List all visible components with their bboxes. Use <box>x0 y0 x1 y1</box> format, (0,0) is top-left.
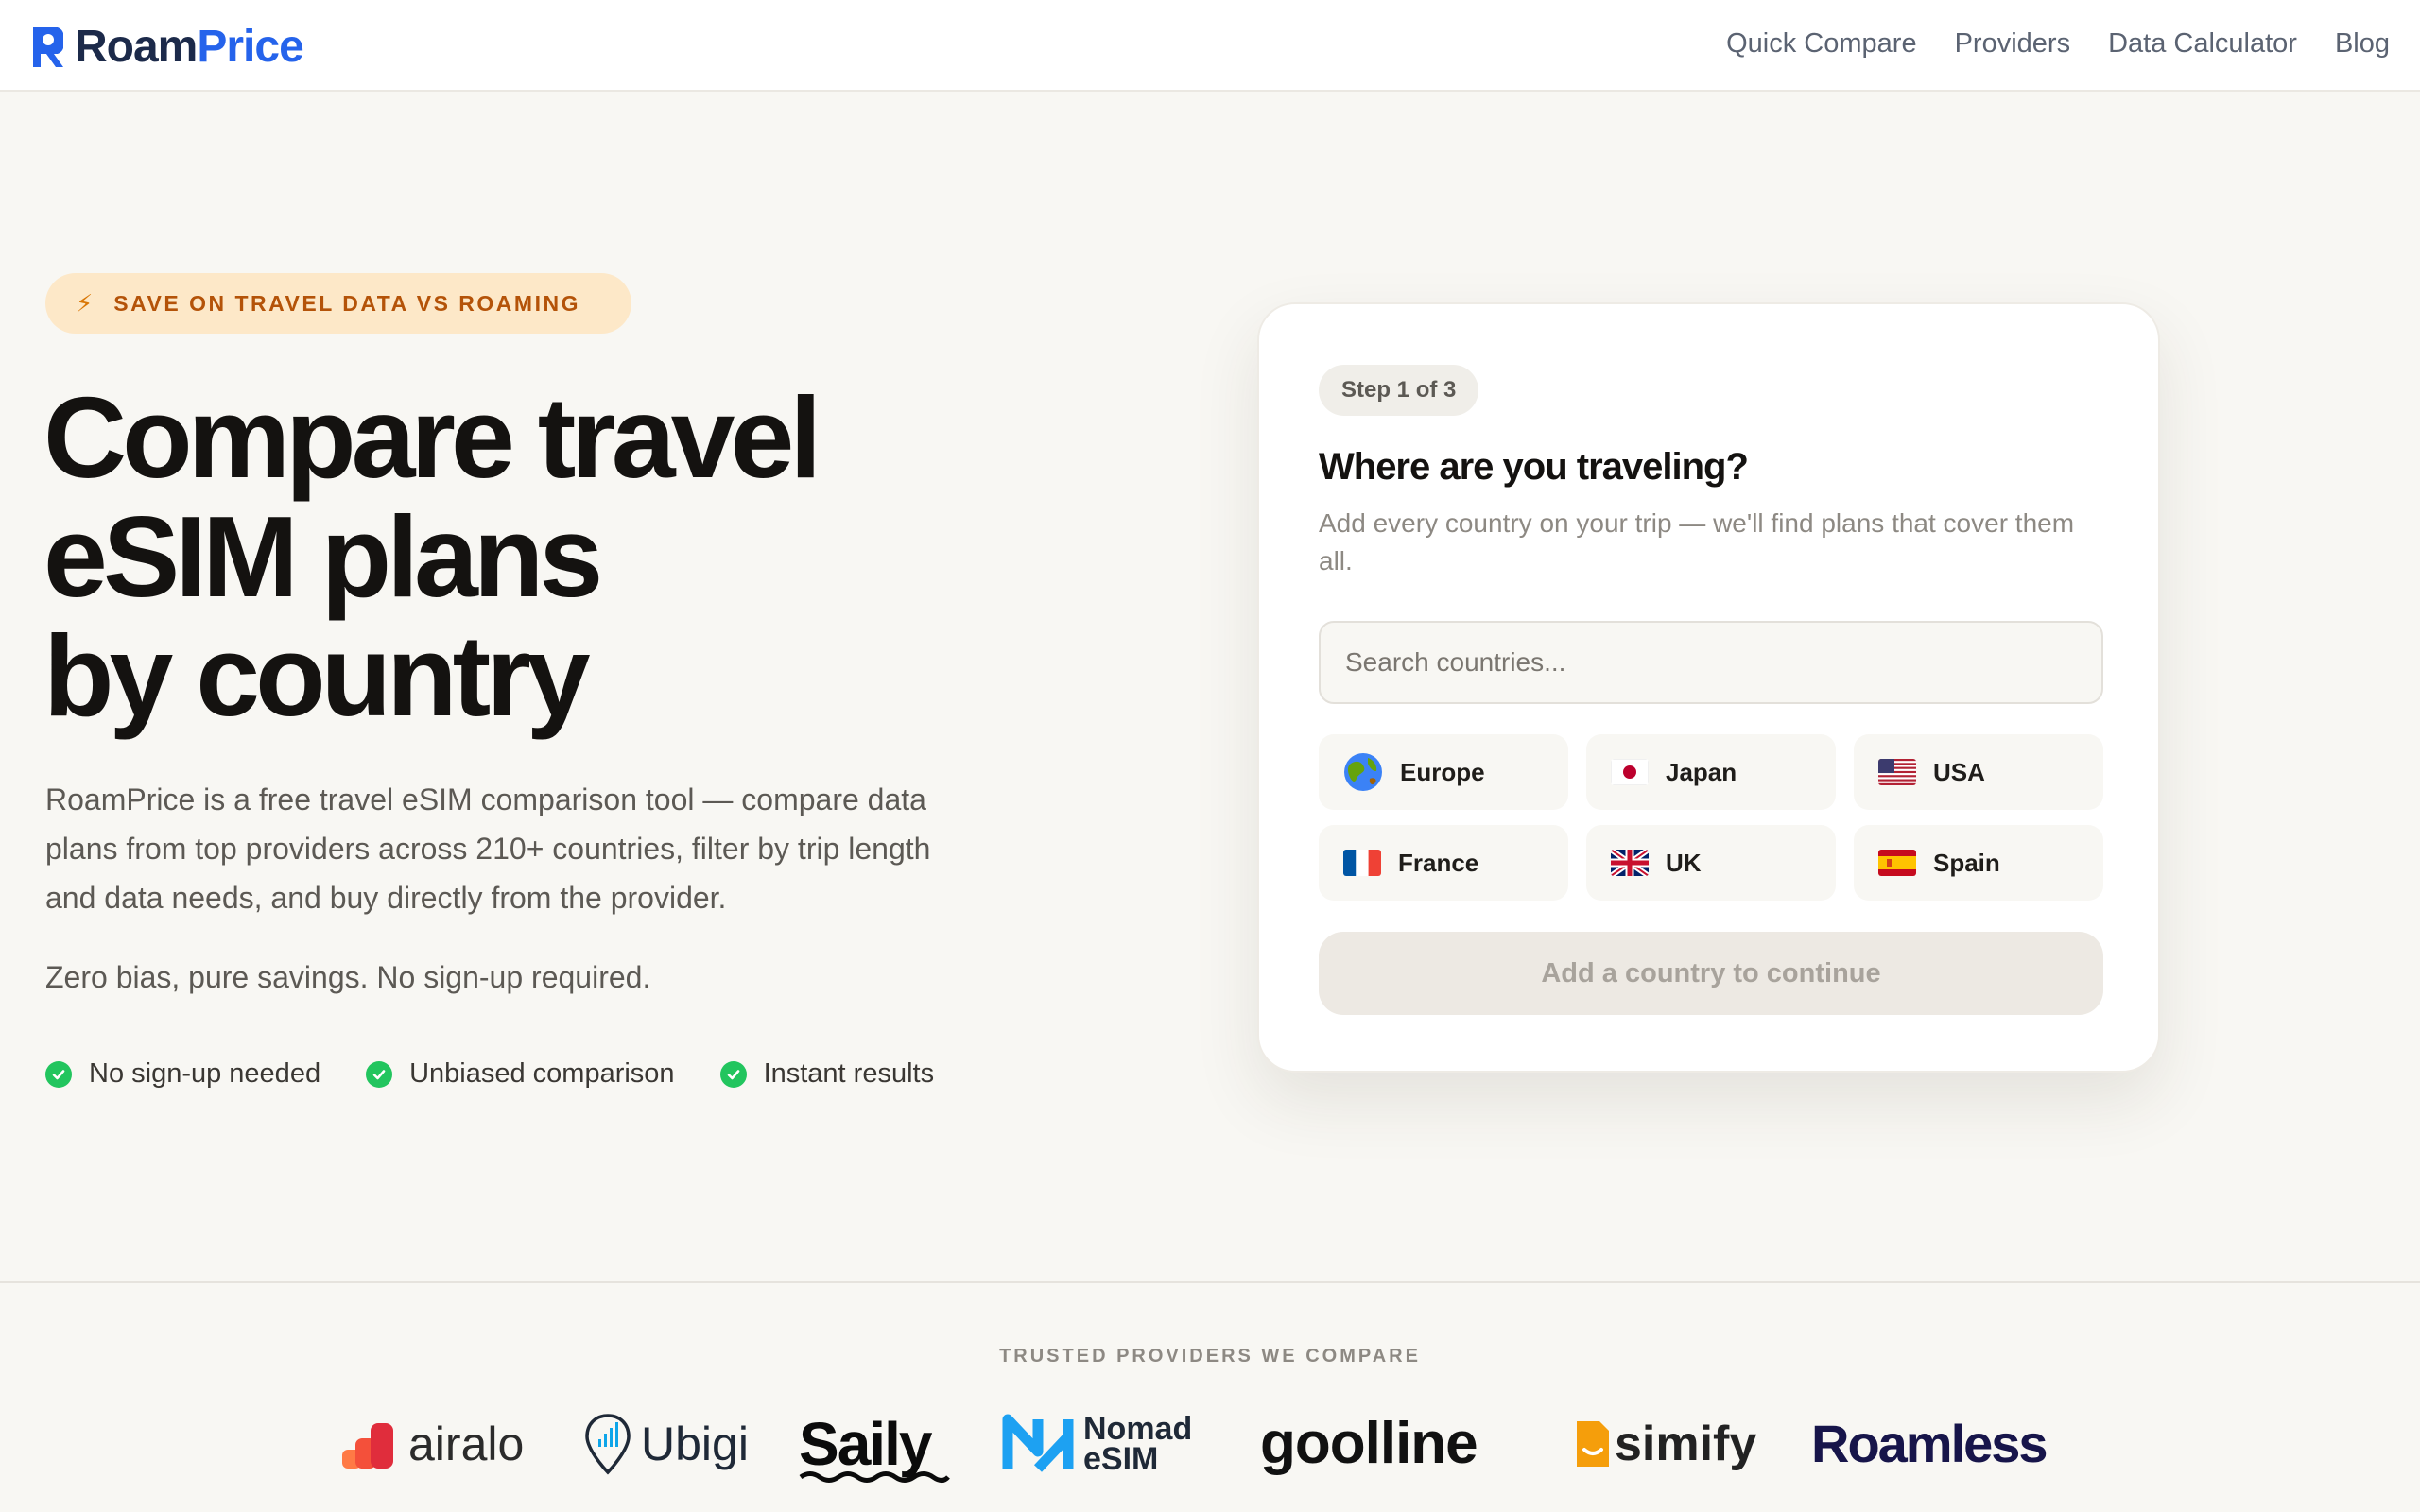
hero-title-line-1: Compare travel <box>43 373 821 502</box>
provider-logo-goolline: goolline <box>1260 1406 1478 1482</box>
provider-name: goolline <box>1260 1411 1478 1476</box>
country-chip-label: Japan <box>1666 757 1737 786</box>
airalo-logo-icon <box>342 1423 393 1469</box>
provider-logo-airalo: airalo <box>342 1406 524 1482</box>
provider-logo-simify: simify <box>1573 1406 1756 1482</box>
france-flag-icon <box>1343 850 1381 876</box>
nav-data-calculator[interactable]: Data Calculator <box>2108 25 2297 62</box>
check-item: Instant results <box>719 1058 935 1090</box>
simify-sim-icon <box>1577 1421 1609 1467</box>
logo-pin-icon <box>33 27 63 67</box>
provider-name: Ubigi <box>641 1418 749 1470</box>
spain-flag-icon <box>1878 850 1916 876</box>
check-item: No sign-up needed <box>45 1058 320 1090</box>
hero-title: Compare travel eSIM plans by country <box>43 378 989 735</box>
feature-checks: No sign-up needed Unbiased comparison In… <box>45 1058 934 1090</box>
check-circle-icon <box>719 1060 747 1088</box>
country-chip-label: UK <box>1666 848 1702 877</box>
site-header: RoamPrice Quick Compare Providers Data C… <box>0 0 2420 92</box>
japan-flag-icon <box>1611 759 1649 785</box>
check-circle-icon <box>45 1060 72 1088</box>
nomad-n-icon <box>1002 1414 1074 1472</box>
usa-flag-icon <box>1878 759 1916 785</box>
globe-icon <box>1344 753 1382 791</box>
provider-name: simify <box>1615 1417 1757 1471</box>
provider-logo-ubigi: Ubigi <box>584 1406 749 1482</box>
hero-title-line-3: by country <box>43 611 591 740</box>
logo-text-roam: Roam <box>75 22 198 72</box>
nav-blog[interactable]: Blog <box>2335 25 2390 62</box>
logo-text-price: Price <box>197 22 303 72</box>
check-label: Instant results <box>763 1058 935 1089</box>
card-description: Add every country on your trip — we'll f… <box>1319 508 2075 576</box>
provider-logo-saily: Saily <box>799 1406 950 1483</box>
step-indicator: Step 1 of 3 <box>1319 365 1479 416</box>
check-item: Unbiased comparison <box>366 1058 675 1090</box>
country-chip-europe[interactable]: Europe <box>1319 734 1568 810</box>
destination-card: Step 1 of 3 Where are you traveling? Add… <box>1257 302 2160 1073</box>
hero-title-line-2: eSIM plans <box>43 492 603 621</box>
provider-name: airalo <box>408 1418 525 1470</box>
uk-flag-icon <box>1611 850 1649 876</box>
nav-providers[interactable]: Providers <box>1955 25 2071 62</box>
country-chip-japan[interactable]: Japan <box>1586 734 1836 810</box>
nav-quick-compare[interactable]: Quick Compare <box>1726 25 1916 62</box>
providers-label: TRUSTED PROVIDERS WE COMPARE <box>999 1346 1421 1366</box>
provider-logo-roamless: Roamless <box>1811 1406 2048 1482</box>
country-chips: Europe Japan USA France UK Spain <box>1319 734 2103 901</box>
country-chip-uk[interactable]: UK <box>1586 825 1836 901</box>
card-title: Where are you traveling? <box>1319 446 1749 488</box>
country-chip-france[interactable]: France <box>1319 825 1568 901</box>
saily-wave-icon <box>799 1471 950 1483</box>
lightning-icon: ⚡ <box>76 288 94 318</box>
logo[interactable]: RoamPrice <box>29 21 304 74</box>
providers-strip: TRUSTED PROVIDERS WE COMPARE airalo Ubig… <box>0 1281 2420 1512</box>
provider-name: Saily <box>799 1410 932 1478</box>
ubigi-pin-icon <box>585 1414 631 1475</box>
provider-name: Nomad eSIM <box>1083 1411 1193 1477</box>
main-nav: Quick Compare Providers Data Calculator … <box>1726 25 2390 62</box>
continue-button[interactable]: Add a country to continue <box>1319 932 2103 1015</box>
promo-badge-text: SAVE ON TRAVEL DATA VS ROAMING <box>113 290 580 316</box>
check-circle-icon <box>366 1060 393 1088</box>
provider-logo-nomad-esim: Nomad eSIM <box>1002 1406 1206 1482</box>
country-chip-label: Spain <box>1933 848 2000 877</box>
check-label: Unbiased comparison <box>409 1058 675 1089</box>
country-chip-spain[interactable]: Spain <box>1854 825 2103 901</box>
country-search-input[interactable] <box>1319 621 2103 704</box>
check-label: No sign-up needed <box>89 1058 321 1089</box>
country-chip-label: France <box>1398 848 1479 877</box>
hero-subtext: Zero bias, pure savings. No sign-up requ… <box>45 960 651 994</box>
promo-badge: ⚡ SAVE ON TRAVEL DATA VS ROAMING <box>45 273 631 334</box>
country-chip-label: USA <box>1933 757 1985 786</box>
provider-name: Roamless <box>1811 1414 2048 1473</box>
country-chip-label: Europe <box>1400 757 1485 786</box>
country-chip-usa[interactable]: USA <box>1854 734 2103 810</box>
hero-description: RoamPrice is a free travel eSIM comparis… <box>45 782 931 915</box>
